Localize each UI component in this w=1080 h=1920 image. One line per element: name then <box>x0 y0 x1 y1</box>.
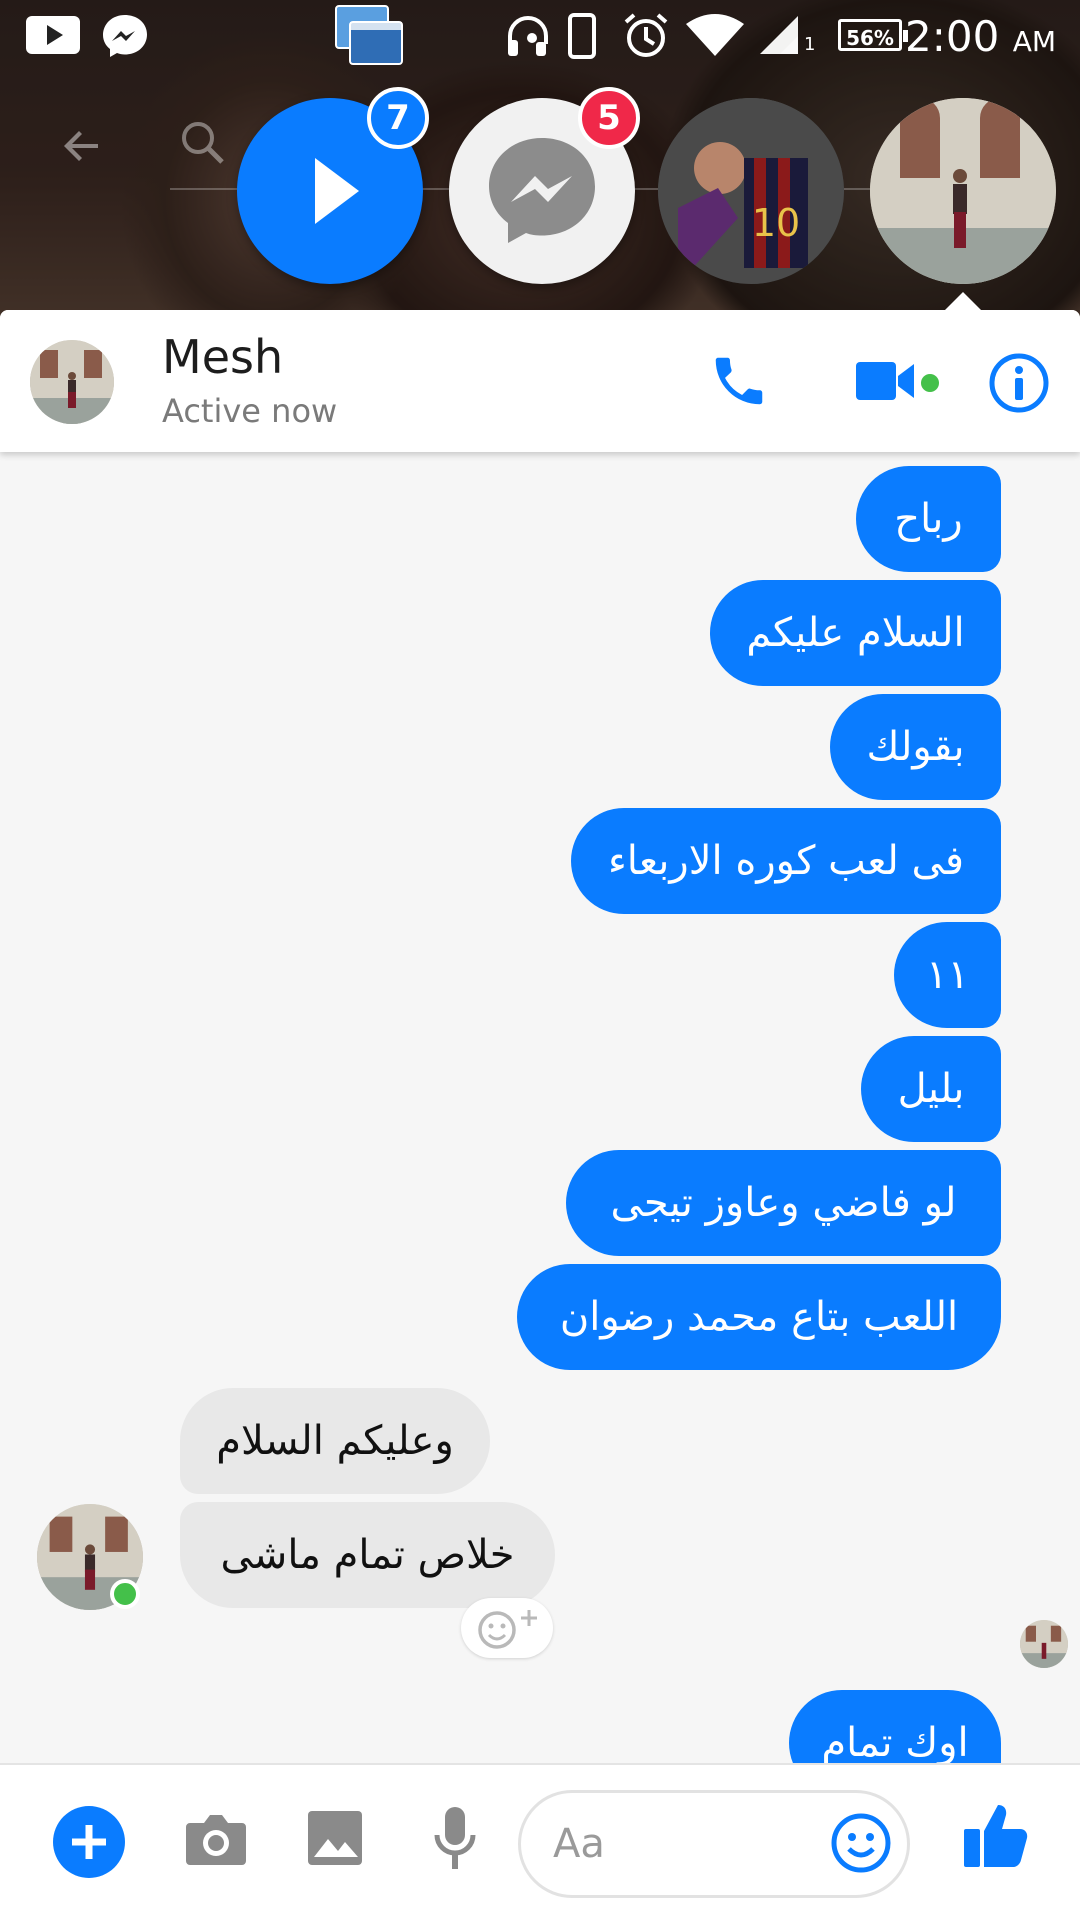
message-input-container[interactable] <box>518 1790 910 1898</box>
message-bubble-outgoing[interactable]: السلام عليكم <box>710 580 1001 686</box>
emoji-icon[interactable] <box>829 1811 893 1875</box>
message-bubble-outgoing[interactable]: ١١ <box>894 922 1001 1028</box>
add-reaction-icon <box>478 1610 537 1649</box>
contact-photo: 10 <box>658 98 844 284</box>
alarm-icon <box>624 13 668 57</box>
status-bar: 1 56% 2:00 AM <box>0 0 1080 75</box>
message-list[interactable]: رباح السلام عليكم بقولك فى لعب كوره الار… <box>0 452 1080 1796</box>
message-bubble-incoming[interactable]: خلاص تمام ماشى <box>180 1502 555 1608</box>
phone-icon[interactable] <box>708 350 770 412</box>
youtube-icon <box>26 16 80 54</box>
wifi-icon <box>686 14 744 56</box>
recents-icon[interactable] <box>334 4 406 68</box>
thumbs-up-icon[interactable] <box>962 1799 1028 1871</box>
message-composer <box>0 1763 1080 1920</box>
gallery-icon[interactable] <box>306 1809 364 1867</box>
seen-photo <box>1020 1620 1068 1668</box>
contact-name: Mesh <box>162 330 284 384</box>
microphone-icon[interactable] <box>432 1805 478 1873</box>
contact-chat-head[interactable]: 10 <box>658 98 844 284</box>
plus-icon[interactable] <box>52 1805 126 1879</box>
phone-status-icon <box>568 13 596 59</box>
signal-sub-label: 1 <box>804 34 816 55</box>
video-unread-badge: 7 <box>367 87 429 149</box>
camera-icon[interactable] <box>184 1811 248 1867</box>
clock: 2:00 AM <box>905 12 1056 61</box>
headset-icon <box>508 16 548 56</box>
clock-time: 2:00 <box>905 12 1000 61</box>
avatar[interactable] <box>30 340 114 424</box>
add-reaction-button[interactable] <box>461 1598 553 1658</box>
message-bubble-outgoing[interactable]: اللعب بتاع محمد رضوان <box>517 1264 1001 1370</box>
mesh-photo <box>870 98 1056 284</box>
message-bubble-outgoing[interactable]: بقولك <box>830 694 1001 800</box>
message-bubble-incoming[interactable]: وعليكم السلام <box>180 1388 490 1494</box>
battery-indicator: 56% <box>838 19 908 51</box>
avatar-photo <box>30 340 114 424</box>
messenger-icon <box>103 15 147 57</box>
signal-icon <box>760 16 798 54</box>
search-icon <box>182 122 224 164</box>
message-bubble-outgoing[interactable]: فى لعب كوره الاربعاء <box>571 808 1001 914</box>
video-camera-icon[interactable] <box>856 354 918 408</box>
svg-text:10: 10 <box>752 201 800 245</box>
message-bubble-outgoing[interactable]: لو فاضي وعاوز تيجى <box>566 1150 1001 1256</box>
conversation-header: Mesh Active now <box>0 310 1080 452</box>
conversation-card: Mesh Active now رباح السلام عليكم بقولك … <box>0 310 1080 1920</box>
info-icon[interactable] <box>988 352 1050 414</box>
active-head-pointer <box>943 292 983 312</box>
message-input[interactable] <box>551 1811 805 1877</box>
seen-indicator-avatar <box>1020 1620 1068 1668</box>
message-bubble-outgoing[interactable]: رباح <box>856 466 1001 572</box>
active-contact-chat-head[interactable] <box>870 98 1056 284</box>
back-icon <box>64 131 98 161</box>
message-bubble-outgoing[interactable]: بليل <box>861 1036 1001 1142</box>
active-status: Active now <box>162 392 338 430</box>
video-online-dot <box>921 374 939 392</box>
sender-online-dot <box>110 1579 140 1609</box>
clock-ampm: AM <box>1012 25 1056 58</box>
messenger-unread-badge: 5 <box>578 87 640 149</box>
